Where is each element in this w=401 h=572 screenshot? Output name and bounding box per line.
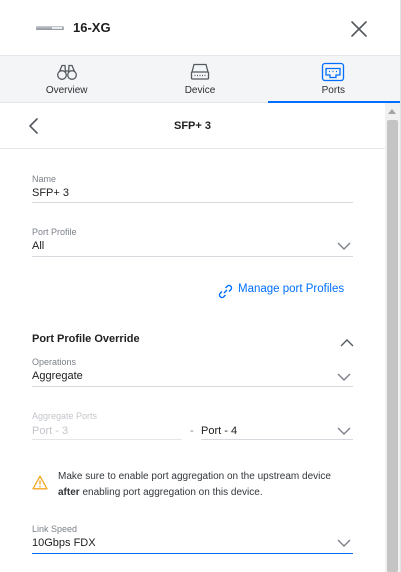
tab-ports-label: Ports: [321, 85, 345, 96]
aggregate-from-value: Port - 3: [32, 425, 69, 437]
aggregate-from-underline: [32, 439, 182, 440]
device-name: 16-XG: [73, 20, 111, 35]
warning-text-part2: enabling port aggregation on this device…: [79, 487, 263, 498]
tab-device[interactable]: Device: [133, 56, 266, 102]
warning-message: Make sure to enable port aggregation on …: [58, 469, 358, 501]
operations-underline: [32, 386, 353, 387]
scroll-up-arrow-icon[interactable]: [388, 109, 396, 114]
aggregate-ports-label: Aggregate Ports: [32, 411, 98, 421]
operations-label: Operations: [32, 357, 77, 367]
tab-ports[interactable]: Ports: [267, 56, 401, 103]
tab-device-label: Device: [184, 85, 216, 96]
aggregate-from-port-select: Aggregate Ports Port - 3: [32, 411, 182, 441]
warning-text-part1: Make sure to enable port aggregation on …: [58, 471, 331, 482]
link-icon: [218, 284, 233, 299]
port-settings-panel: 16-XG Overview Device Ports SFP+ 3 Name …: [0, 0, 401, 572]
port-profile-label: Port Profile: [32, 227, 77, 237]
panel-header: 16-XG: [0, 0, 400, 56]
port-profile-underline: [32, 256, 353, 257]
aggregate-to-underline: [201, 439, 353, 440]
device-icon: [190, 63, 210, 80]
name-field[interactable]: Name SFP+ 3: [32, 174, 353, 204]
link-speed-label: Link Speed: [32, 524, 78, 534]
manage-port-profiles-label: Manage port Profiles: [238, 283, 345, 295]
link-speed-select[interactable]: Link Speed 10Gbps FDX: [32, 524, 353, 555]
binoculars-icon: [56, 64, 77, 80]
name-input[interactable]: SFP+ 3: [32, 187, 69, 199]
tab-overview-label: Overview: [45, 85, 88, 96]
switch-device-icon: [36, 26, 64, 30]
chevron-down-icon: [337, 539, 351, 547]
tab-overview[interactable]: Overview: [0, 56, 133, 102]
port-subheader: SFP+ 3: [0, 103, 385, 149]
override-section-title: Port Profile Override: [32, 333, 140, 345]
scrollbar-thumb[interactable]: [387, 120, 398, 572]
name-underline: [32, 202, 353, 203]
chevron-down-icon: [337, 427, 351, 435]
operations-select[interactable]: Operations Aggregate: [32, 357, 353, 388]
link-speed-underline: [32, 553, 353, 554]
link-speed-value: 10Gbps FDX: [32, 537, 96, 549]
close-icon: [351, 21, 367, 37]
chevron-down-icon: [337, 242, 351, 250]
close-button[interactable]: [348, 18, 370, 40]
operations-value: Aggregate: [32, 370, 83, 382]
name-label: Name: [32, 174, 57, 184]
port-title: SFP+ 3: [174, 120, 211, 132]
ports-icon: [322, 62, 345, 82]
chevron-up-icon: [340, 339, 354, 347]
chevron-down-icon: [337, 373, 351, 381]
port-profile-select[interactable]: Port Profile All: [32, 227, 353, 258]
warning-text-bold: after: [58, 487, 80, 498]
tab-bar: Overview Device Ports: [0, 56, 401, 103]
warning-icon: [32, 475, 48, 490]
aggregate-to-port-select[interactable]: Port - 4: [201, 411, 353, 441]
aggregate-range-separator: -: [190, 425, 194, 437]
aggregate-to-value: Port - 4: [201, 425, 238, 437]
collapse-button[interactable]: [340, 334, 354, 347]
port-profile-value: All: [32, 240, 45, 252]
